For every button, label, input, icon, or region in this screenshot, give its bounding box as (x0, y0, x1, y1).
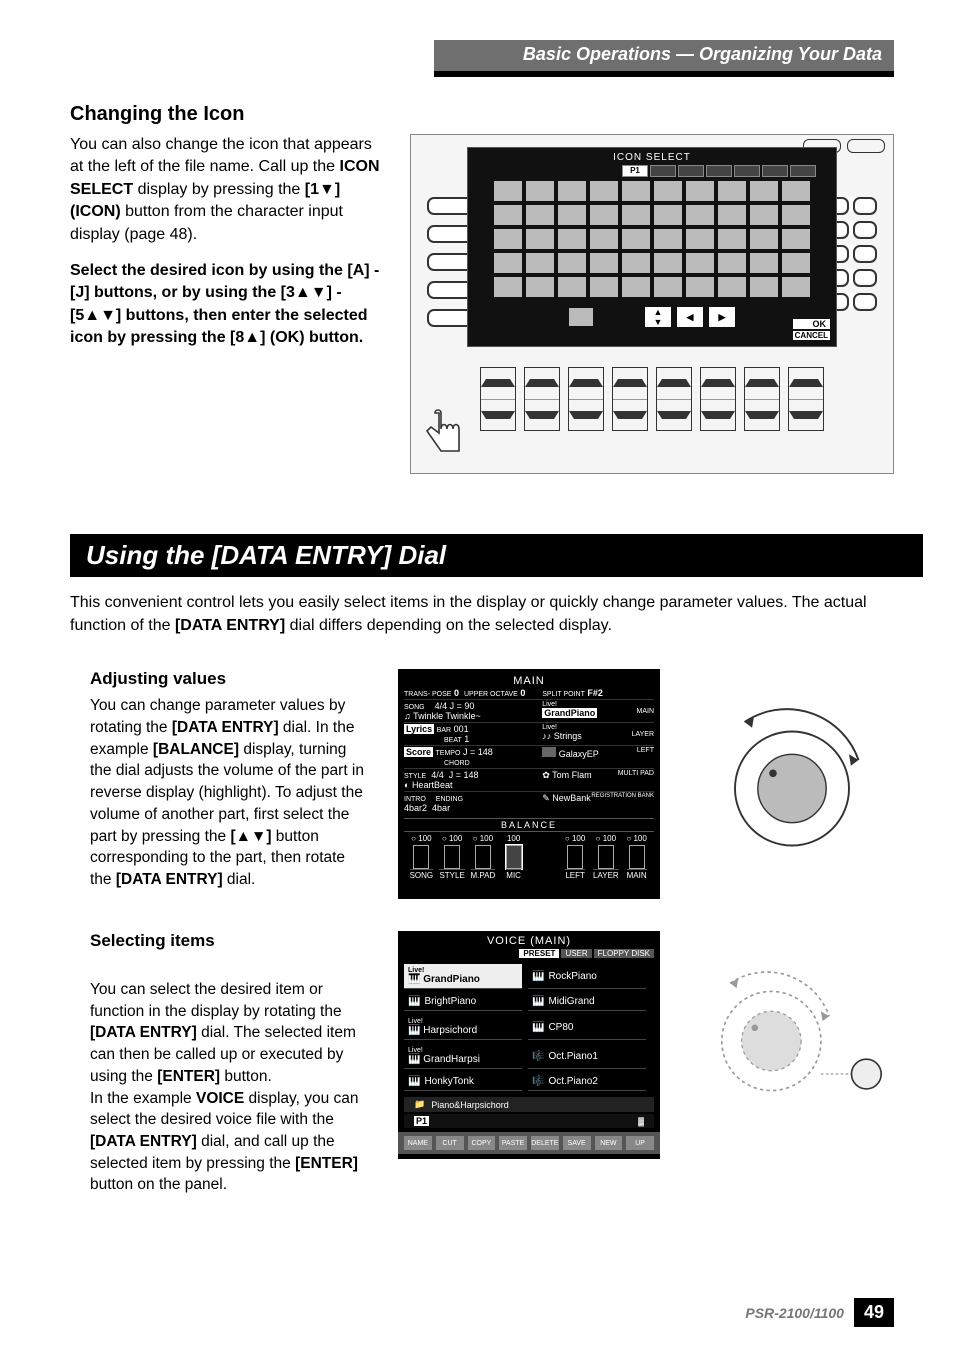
lcd-voice-display: VOICE (MAIN) PRESET USER FLOPPY DISK Liv… (398, 931, 660, 1159)
heading-selecting-items: Selecting items (90, 931, 368, 951)
hand-pointer-icon (419, 409, 469, 465)
adjusting-body: You can change parameter values by rotat… (90, 695, 368, 890)
selecting-body: You can select the desired item or funct… (90, 957, 368, 1196)
lcd-balance-label: BALANCE (404, 818, 654, 832)
voice-item: Live!🎹 GrandPiano (404, 964, 522, 989)
lcd3-title: VOICE (MAIN) (398, 931, 660, 947)
lcd-page-tab: P1 (622, 165, 648, 177)
lcd-cancel-button: CANCEL (793, 331, 830, 340)
lcd3-tabs: PRESET USER FLOPPY DISK (398, 947, 660, 960)
header-breadcrumb: Basic Operations — Organizing Your Data (434, 40, 894, 77)
page-footer: PSR-2100/1100 49 (745, 1298, 894, 1327)
lcd-page-tabs: P1 (622, 165, 832, 177)
data-entry-intro: This convenient control lets you easily … (70, 591, 890, 637)
lcd-icon-grid (472, 181, 832, 297)
voice-item: 🎹 HonkyTonk (404, 1073, 522, 1091)
lcd3-bottom-buttons: NAMECUTCOPYPASTEDELETESAVENEWUP (398, 1132, 660, 1154)
voice-item: Live!🎹 GrandHarpsi (404, 1044, 522, 1069)
voice-item: Live!🎹 Harpsichord (404, 1015, 522, 1040)
section-heading-data-entry: Using the [DATA ENTRY] Dial (70, 534, 923, 577)
lcd-ok-button: OK (793, 319, 830, 329)
voice-item: 🎹 MidiGrand (528, 993, 646, 1011)
panel-number-buttons (480, 367, 824, 431)
lcd-title: ICON SELECT (472, 152, 832, 163)
device-panel-diagram: ICON SELECT P1 ▲▼ ◀ ▶ (410, 134, 894, 474)
footer-page: 49 (854, 1298, 894, 1327)
voice-item: 🎹 CP80 (528, 1015, 646, 1040)
footer-model: PSR-2100/1100 (745, 1305, 844, 1321)
heading-adjusting-values: Adjusting values (90, 669, 368, 689)
lcd2-title: MAIN (404, 675, 654, 687)
lcd-prev-icon: ◀ (677, 307, 703, 327)
data-entry-dial-rotate (690, 669, 894, 889)
voice-item: 🎼 Oct.Piano1 (528, 1044, 646, 1069)
lcd3-category: 📁 Piano&Harpsichord (404, 1097, 654, 1112)
data-entry-dial-enter (690, 931, 894, 1151)
lcd3-voice-list: Live!🎹 GrandPiano 🎹 RockPiano 🎹 BrightPi… (398, 960, 660, 1095)
lcd-balance-levels: ○ 100SONG ○ 100STYLE ○ 100M.PAD 100MIC ○… (404, 832, 654, 882)
voice-item: 🎹 BrightPiano (404, 993, 522, 1011)
lcd-icon-select: ICON SELECT P1 ▲▼ ◀ ▶ (467, 147, 837, 347)
icon-para2: Select the desired icon by using the [A]… (70, 260, 380, 350)
lcd-next-icon: ▶ (709, 307, 735, 327)
lcd-nav-buttons: ▲▼ ◀ ▶ (472, 307, 832, 327)
lcd-main-display: MAIN TRANS- POSE 0 UPPER OCTAVE 0 SPLIT … (398, 669, 660, 899)
breadcrumb-text: Basic Operations — Organizing Your Data (434, 40, 894, 71)
voice-item: 🎼 Oct.Piano2 (528, 1073, 646, 1091)
lcd-updown-icon: ▲▼ (645, 307, 671, 327)
icon-para1: You can also change the icon that appear… (70, 134, 380, 246)
voice-item: 🎹 RockPiano (528, 964, 646, 989)
heading-changing-icon: Changing the Icon (70, 103, 894, 126)
